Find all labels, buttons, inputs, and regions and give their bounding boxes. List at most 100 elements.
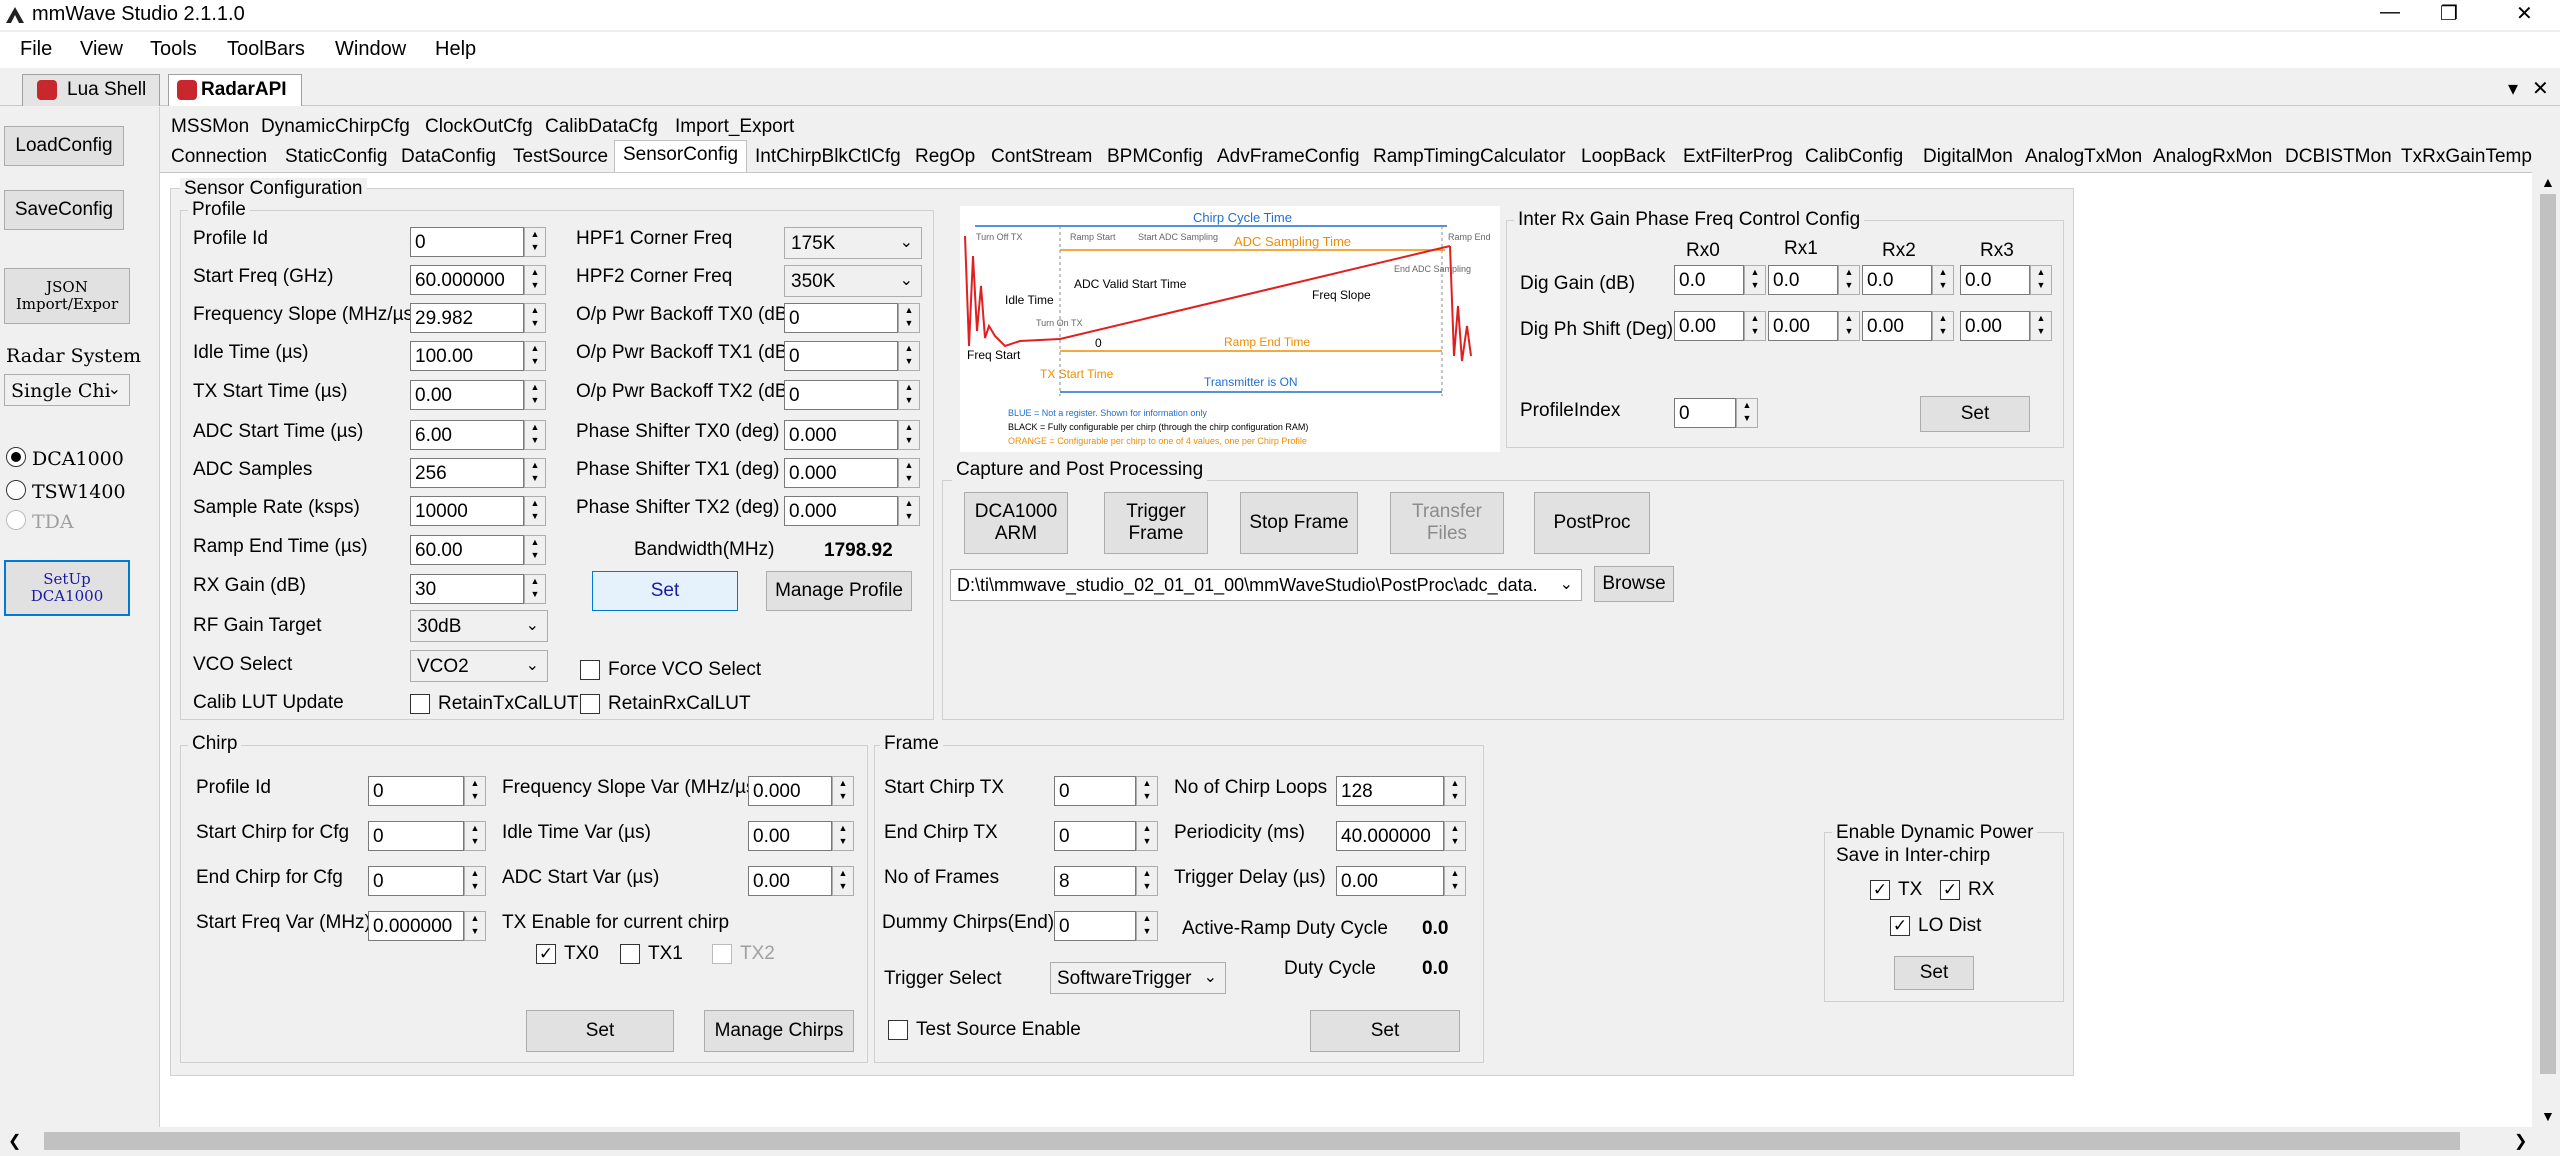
phase-tx0-spinner[interactable]: ▲ ▼ bbox=[898, 420, 920, 450]
freq-slope-var-field[interactable]: 0.000 bbox=[748, 776, 832, 806]
frame-set-button[interactable]: Set bbox=[1310, 1010, 1460, 1052]
start-freq-var-spinner[interactable]: ▲ ▼ bbox=[464, 911, 486, 941]
chirp-loops-field[interactable]: 128 bbox=[1336, 776, 1444, 806]
adc-start-time-field[interactable]: 6.00 bbox=[410, 420, 524, 450]
tab-dataconfig[interactable]: DataConfig bbox=[392, 142, 505, 172]
menu-help[interactable]: Help bbox=[435, 38, 476, 61]
radar-system-select[interactable]: Single Chi ⌄ bbox=[4, 374, 130, 406]
adc-samples-field[interactable]: 256 bbox=[410, 458, 524, 488]
close-tab-icon[interactable]: ✕ bbox=[2532, 76, 2549, 101]
horizontal-scrollbar[interactable]: ❮ ❯ bbox=[0, 1127, 2560, 1156]
start-chirp-tx-field[interactable]: 0 bbox=[1054, 776, 1136, 806]
idle-time-field[interactable]: 100.00 bbox=[410, 341, 524, 371]
browse-button[interactable]: Browse bbox=[1594, 566, 1674, 602]
scroll-thumb-horizontal[interactable] bbox=[44, 1132, 2460, 1150]
scroll-right-icon[interactable]: ❯ bbox=[2514, 1131, 2527, 1151]
adc-samples-spinner[interactable]: ▲ ▼ bbox=[524, 458, 546, 488]
hpf1-select[interactable]: 175K ⌄ bbox=[784, 227, 922, 259]
dig-ph-rx2[interactable]: 0.00 bbox=[1862, 311, 1932, 341]
menu-file[interactable]: File bbox=[20, 38, 52, 61]
profile-id-spinner[interactable]: ▲ ▼ bbox=[524, 227, 546, 257]
tx2-checkbox[interactable] bbox=[712, 944, 732, 964]
idle-time-var-spinner[interactable]: ▲ ▼ bbox=[832, 821, 854, 851]
adc-data-path-select[interactable]: D:\ti\mmwave_studio_02_01_01_00\mmWaveSt… bbox=[950, 569, 1582, 601]
backoff-tx2-field[interactable]: 0 bbox=[784, 380, 898, 410]
dig-ph-rx1-spinner[interactable]: ▲ ▼ bbox=[1838, 311, 1860, 341]
freq-slope-var-spinner[interactable]: ▲ ▼ bbox=[832, 776, 854, 806]
dig-ph-rx3[interactable]: 0.00 bbox=[1960, 311, 2030, 341]
dig-ph-rx3-spinner[interactable]: ▲ ▼ bbox=[2030, 311, 2052, 341]
start-chirp-cfg-spinner[interactable]: ▲ ▼ bbox=[464, 821, 486, 851]
chirp-loops-spinner[interactable]: ▲ ▼ bbox=[1444, 776, 1466, 806]
chirp-profile-id-spinner[interactable]: ▲ ▼ bbox=[464, 776, 486, 806]
profile-id-field[interactable]: 0 bbox=[410, 227, 524, 257]
doc-tab-lua-shell[interactable]: Lua Shell bbox=[22, 74, 160, 106]
tx1-checkbox[interactable] bbox=[620, 944, 640, 964]
dummy-chirps-field[interactable]: 0 bbox=[1054, 911, 1136, 941]
tab-dcbistmon[interactable]: DCBISTMon bbox=[2276, 142, 2401, 172]
menu-toolbars[interactable]: ToolBars bbox=[227, 38, 305, 61]
chirp-profile-id-field[interactable]: 0 bbox=[368, 776, 464, 806]
dig-gain-rx0-spinner[interactable]: ▲ ▼ bbox=[1744, 265, 1766, 295]
scroll-thumb-vertical[interactable] bbox=[2540, 194, 2556, 1074]
end-chirp-tx-spinner[interactable]: ▲ ▼ bbox=[1136, 821, 1158, 851]
profile-index-field[interactable]: 0 bbox=[1674, 398, 1736, 428]
tab-analogtxmon[interactable]: AnalogTxMon bbox=[2016, 142, 2151, 172]
postproc-button[interactable]: PostProc bbox=[1534, 492, 1650, 554]
adc-start-time-spinner[interactable]: ▲ ▼ bbox=[524, 420, 546, 450]
dig-gain-rx3-spinner[interactable]: ▲ ▼ bbox=[2030, 265, 2052, 295]
test-source-checkbox[interactable] bbox=[888, 1020, 908, 1040]
start-chirp-tx-spinner[interactable]: ▲ ▼ bbox=[1136, 776, 1158, 806]
dca1000-arm-button[interactable]: DCA1000 ARM bbox=[964, 492, 1068, 554]
hpf2-select[interactable]: 350K ⌄ bbox=[784, 265, 922, 297]
dyn-rx-checkbox[interactable]: ✓ bbox=[1940, 880, 1960, 900]
dig-gain-rx0[interactable]: 0.0 bbox=[1674, 265, 1744, 295]
tab-bpmconfig[interactable]: BPMConfig bbox=[1098, 142, 1212, 172]
doc-tab-radarapi[interactable]: RadarAPI bbox=[168, 74, 302, 106]
tx-start-time-field[interactable]: 0.00 bbox=[410, 380, 524, 410]
tab-dynamicchirpcfg[interactable]: DynamicChirpCfg bbox=[252, 112, 419, 142]
start-freq-spinner[interactable]: ▲ ▼ bbox=[524, 265, 546, 295]
backoff-tx1-field[interactable]: 0 bbox=[784, 341, 898, 371]
periodicity-spinner[interactable]: ▲ ▼ bbox=[1444, 821, 1466, 851]
phase-tx2-field[interactable]: 0.000 bbox=[784, 496, 898, 526]
idle-time-spinner[interactable]: ▲ ▼ bbox=[524, 341, 546, 371]
idle-time-var-field[interactable]: 0.00 bbox=[748, 821, 832, 851]
tx-start-time-spinner[interactable]: ▲ ▼ bbox=[524, 380, 546, 410]
tab-txrxgaintemp[interactable]: TxRxGainTemp bbox=[2392, 142, 2541, 172]
backoff-tx0-spinner[interactable]: ▲ ▼ bbox=[898, 303, 920, 333]
adc-start-var-spinner[interactable]: ▲ ▼ bbox=[832, 866, 854, 896]
dig-ph-rx0-spinner[interactable]: ▲ ▼ bbox=[1744, 311, 1766, 341]
radio-tsw1400[interactable] bbox=[6, 480, 26, 500]
freq-slope-field[interactable]: 29.982 bbox=[410, 303, 524, 333]
minimize-button[interactable]: — bbox=[2380, 1, 2400, 24]
dig-gain-rx3[interactable]: 0.0 bbox=[1960, 265, 2030, 295]
radio-tda[interactable] bbox=[6, 510, 26, 530]
tab-advframeconfig[interactable]: AdvFrameConfig bbox=[1208, 142, 1369, 172]
force-vco-select-checkbox[interactable] bbox=[580, 660, 600, 680]
profile-set-button[interactable]: Set bbox=[592, 571, 738, 611]
inter-rx-set-button[interactable]: Set bbox=[1920, 396, 2030, 432]
dig-gain-rx2-spinner[interactable]: ▲ ▼ bbox=[1932, 265, 1954, 295]
dig-ph-rx2-spinner[interactable]: ▲ ▼ bbox=[1932, 311, 1954, 341]
tab-intchirpblkctlcfg[interactable]: IntChirpBlkCtlCfg bbox=[746, 142, 910, 172]
backoff-tx1-spinner[interactable]: ▲ ▼ bbox=[898, 341, 920, 371]
end-chirp-cfg-spinner[interactable]: ▲ ▼ bbox=[464, 866, 486, 896]
tab-sensorconfig[interactable]: SensorConfig bbox=[614, 140, 748, 173]
phase-tx1-field[interactable]: 0.000 bbox=[784, 458, 898, 488]
transfer-files-button[interactable]: Transfer Files bbox=[1390, 492, 1504, 554]
sample-rate-field[interactable]: 10000 bbox=[410, 496, 524, 526]
menu-tools[interactable]: Tools bbox=[150, 38, 197, 61]
tab-loopback[interactable]: LoopBack bbox=[1572, 142, 1675, 172]
tab-calibconfig[interactable]: CalibConfig bbox=[1796, 142, 1912, 172]
dyn-lo-dist-checkbox[interactable]: ✓ bbox=[1890, 916, 1910, 936]
tab-staticconfig[interactable]: StaticConfig bbox=[276, 142, 396, 172]
stop-frame-button[interactable]: Stop Frame bbox=[1240, 492, 1358, 554]
tx0-checkbox[interactable]: ✓ bbox=[536, 944, 556, 964]
dig-gain-rx2[interactable]: 0.0 bbox=[1862, 265, 1932, 295]
manage-profile-button[interactable]: Manage Profile bbox=[766, 571, 912, 611]
tab-contstream[interactable]: ContStream bbox=[982, 142, 1101, 172]
json-import-export-button[interactable]: JSON Import/Expor bbox=[4, 268, 130, 324]
retain-rx-cal-lut-checkbox[interactable] bbox=[580, 694, 600, 714]
tab-digitalmon[interactable]: DigitalMon bbox=[1914, 142, 2022, 172]
